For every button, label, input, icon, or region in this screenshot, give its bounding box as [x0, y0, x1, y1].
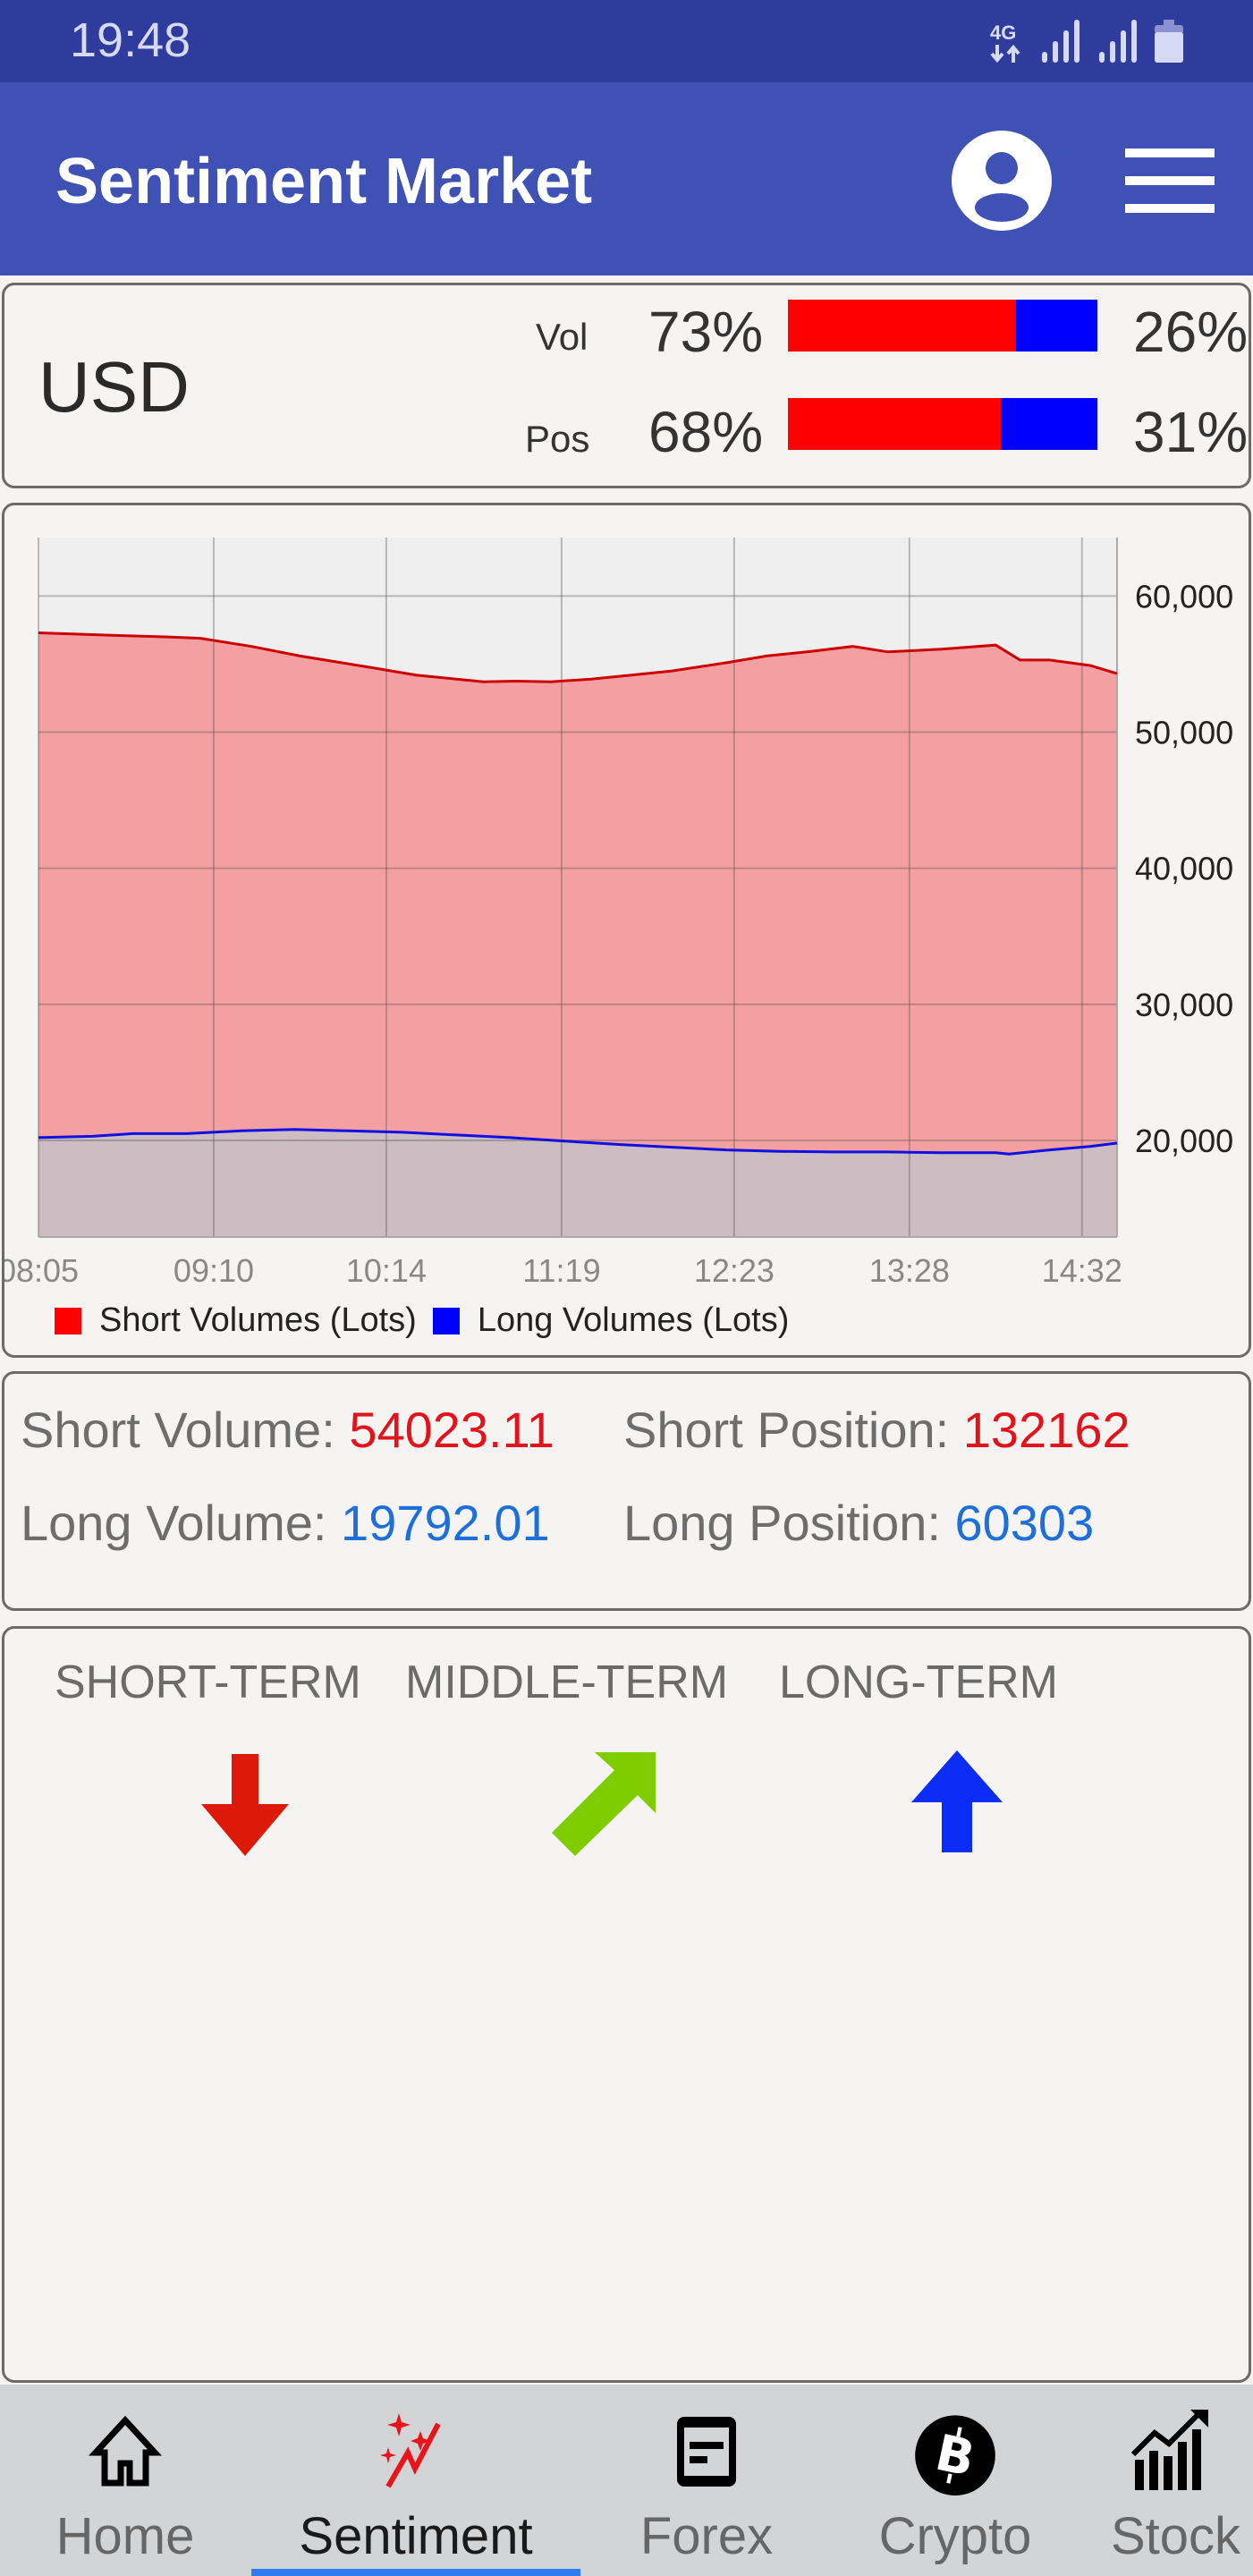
- long-position-label: Long Position:: [623, 1495, 941, 1551]
- bitcoin-icon: B: [915, 2415, 995, 2496]
- account-icon[interactable]: [952, 131, 1052, 231]
- y-tick-label: 20,000: [1135, 1123, 1233, 1159]
- long-volume-label: Long Volume:: [21, 1495, 327, 1551]
- long-position-stat: Long Position: 60303: [623, 1494, 1094, 1552]
- signal-icon: [1099, 20, 1137, 63]
- short-position-label: Short Position:: [623, 1402, 950, 1458]
- nav-label-forex: Forex: [639, 2507, 774, 2565]
- short-volume-label: Short Volume:: [21, 1402, 335, 1458]
- pos-short-fill: [788, 398, 1001, 450]
- legend-label-long: Long Volumes (Lots): [477, 1301, 790, 1339]
- svg-text:4G: 4G: [990, 21, 1016, 44]
- status-icons: 4G: [988, 20, 1183, 64]
- y-tick-label: 50,000: [1135, 715, 1233, 751]
- network-4g-icon: 4G: [990, 21, 1020, 64]
- legend-swatch-long: [432, 1307, 460, 1335]
- vol-label: Vol: [536, 316, 588, 358]
- pos-label: Pos: [525, 418, 590, 460]
- x-tick-label: 08:05: [4, 1252, 79, 1289]
- trend-card: SHORT-TERM MIDDLE-TERM LONG-TERM: [2, 1626, 1251, 2383]
- long-position-value: 60303: [954, 1495, 1095, 1551]
- arrow-up-icon: [911, 1750, 1003, 1852]
- battery-icon: [1155, 20, 1183, 63]
- vol-ratio-bar: [788, 300, 1097, 352]
- currency-symbol: USD: [38, 347, 190, 427]
- pos-short-pct: 68%: [648, 400, 764, 464]
- home-icon: [89, 2415, 162, 2487]
- vol-short-pct: 73%: [648, 300, 764, 364]
- status-time: 19:48: [70, 13, 191, 67]
- chart-card: 08:05 09:10 10:14 11:19 12:23 13:28 14:32 60,00…: [2, 503, 1251, 1358]
- vol-short-fill: [788, 300, 1017, 352]
- x-tick-label: 12:23: [694, 1252, 775, 1289]
- chart-legend: Short Volumes (Lots) Long Volumes (Lots): [55, 1301, 805, 1340]
- short-volume-value: 54023.11: [349, 1402, 555, 1458]
- long-volume-stat: Long Volume: 19792.01: [21, 1494, 550, 1552]
- long-volume-value: 19792.01: [341, 1495, 550, 1551]
- arrow-up-right-icon: [552, 1752, 656, 1856]
- x-tick-label: 09:10: [174, 1252, 254, 1289]
- trend-label-short-term: SHORT-TERM: [55, 1657, 361, 1708]
- short-position-stat: Short Position: 132162: [623, 1401, 1130, 1459]
- pos-ratio-bar: [788, 398, 1097, 450]
- signal-icon: [1042, 20, 1079, 63]
- short-position-value: 132162: [962, 1402, 1130, 1458]
- pos-long-pct: 31%: [1133, 400, 1249, 464]
- sentiment-icon: [380, 2413, 441, 2488]
- nav-label-stock: Stock: [1111, 2507, 1241, 2565]
- vol-long-pct: 26%: [1133, 300, 1249, 364]
- nav-label-home: Home: [55, 2507, 195, 2565]
- y-tick-label: 30,000: [1135, 987, 1233, 1023]
- status-bar: 19:48 4G: [0, 0, 1253, 82]
- forex-icon: [677, 2417, 736, 2487]
- nav-item-stock[interactable]: Stock: [1100, 2385, 1253, 2576]
- menu-icon[interactable]: [1125, 148, 1215, 213]
- y-tick-label: 40,000: [1135, 851, 1233, 887]
- short-volume-stat: Short Volume: 54023.11: [21, 1401, 555, 1459]
- x-tick-label: 11:19: [522, 1252, 600, 1289]
- nav-item-crypto[interactable]: B Crypto: [848, 2385, 1063, 2576]
- stats-card: Short Volume: 54023.11 Long Volume: 1979…: [2, 1371, 1251, 1611]
- app-bar: Sentiment Market: [0, 82, 1253, 275]
- legend-swatch-short: [55, 1307, 81, 1335]
- nav-item-home[interactable]: Home: [18, 2385, 233, 2576]
- nav-item-sentiment[interactable]: Sentiment: [251, 2385, 580, 2576]
- stock-chart-icon: [1131, 2410, 1208, 2490]
- nav-label-sentiment: Sentiment: [299, 2507, 533, 2565]
- x-tick-label: 10:14: [346, 1252, 427, 1289]
- trend-label-middle-term: MIDDLE-TERM: [405, 1657, 729, 1708]
- bottom-nav: Home Sentiment Forex B Crypto Stock: [0, 2385, 1253, 2576]
- active-tab-indicator: [251, 2569, 580, 2576]
- x-tick-label: 13:28: [869, 1252, 950, 1289]
- app-title: Sentiment Market: [55, 146, 593, 217]
- y-tick-label: 60,000: [1135, 578, 1233, 614]
- nav-item-forex[interactable]: Forex: [599, 2385, 814, 2576]
- trend-label-long-term: LONG-TERM: [779, 1657, 1058, 1708]
- legend-label-short: Short Volumes (Lots): [99, 1301, 417, 1339]
- volume-chart[interactable]: 08:05 09:10 10:14 11:19 12:23 13:28 14:32 60,00…: [4, 505, 1253, 1310]
- nav-label-crypto: Crypto: [878, 2507, 1032, 2565]
- arrow-down-icon: [201, 1754, 289, 1856]
- x-tick-label: 14:32: [1042, 1252, 1122, 1289]
- summary-card[interactable]: USD Vol 73% 26% Pos 68% 31%: [2, 283, 1251, 488]
